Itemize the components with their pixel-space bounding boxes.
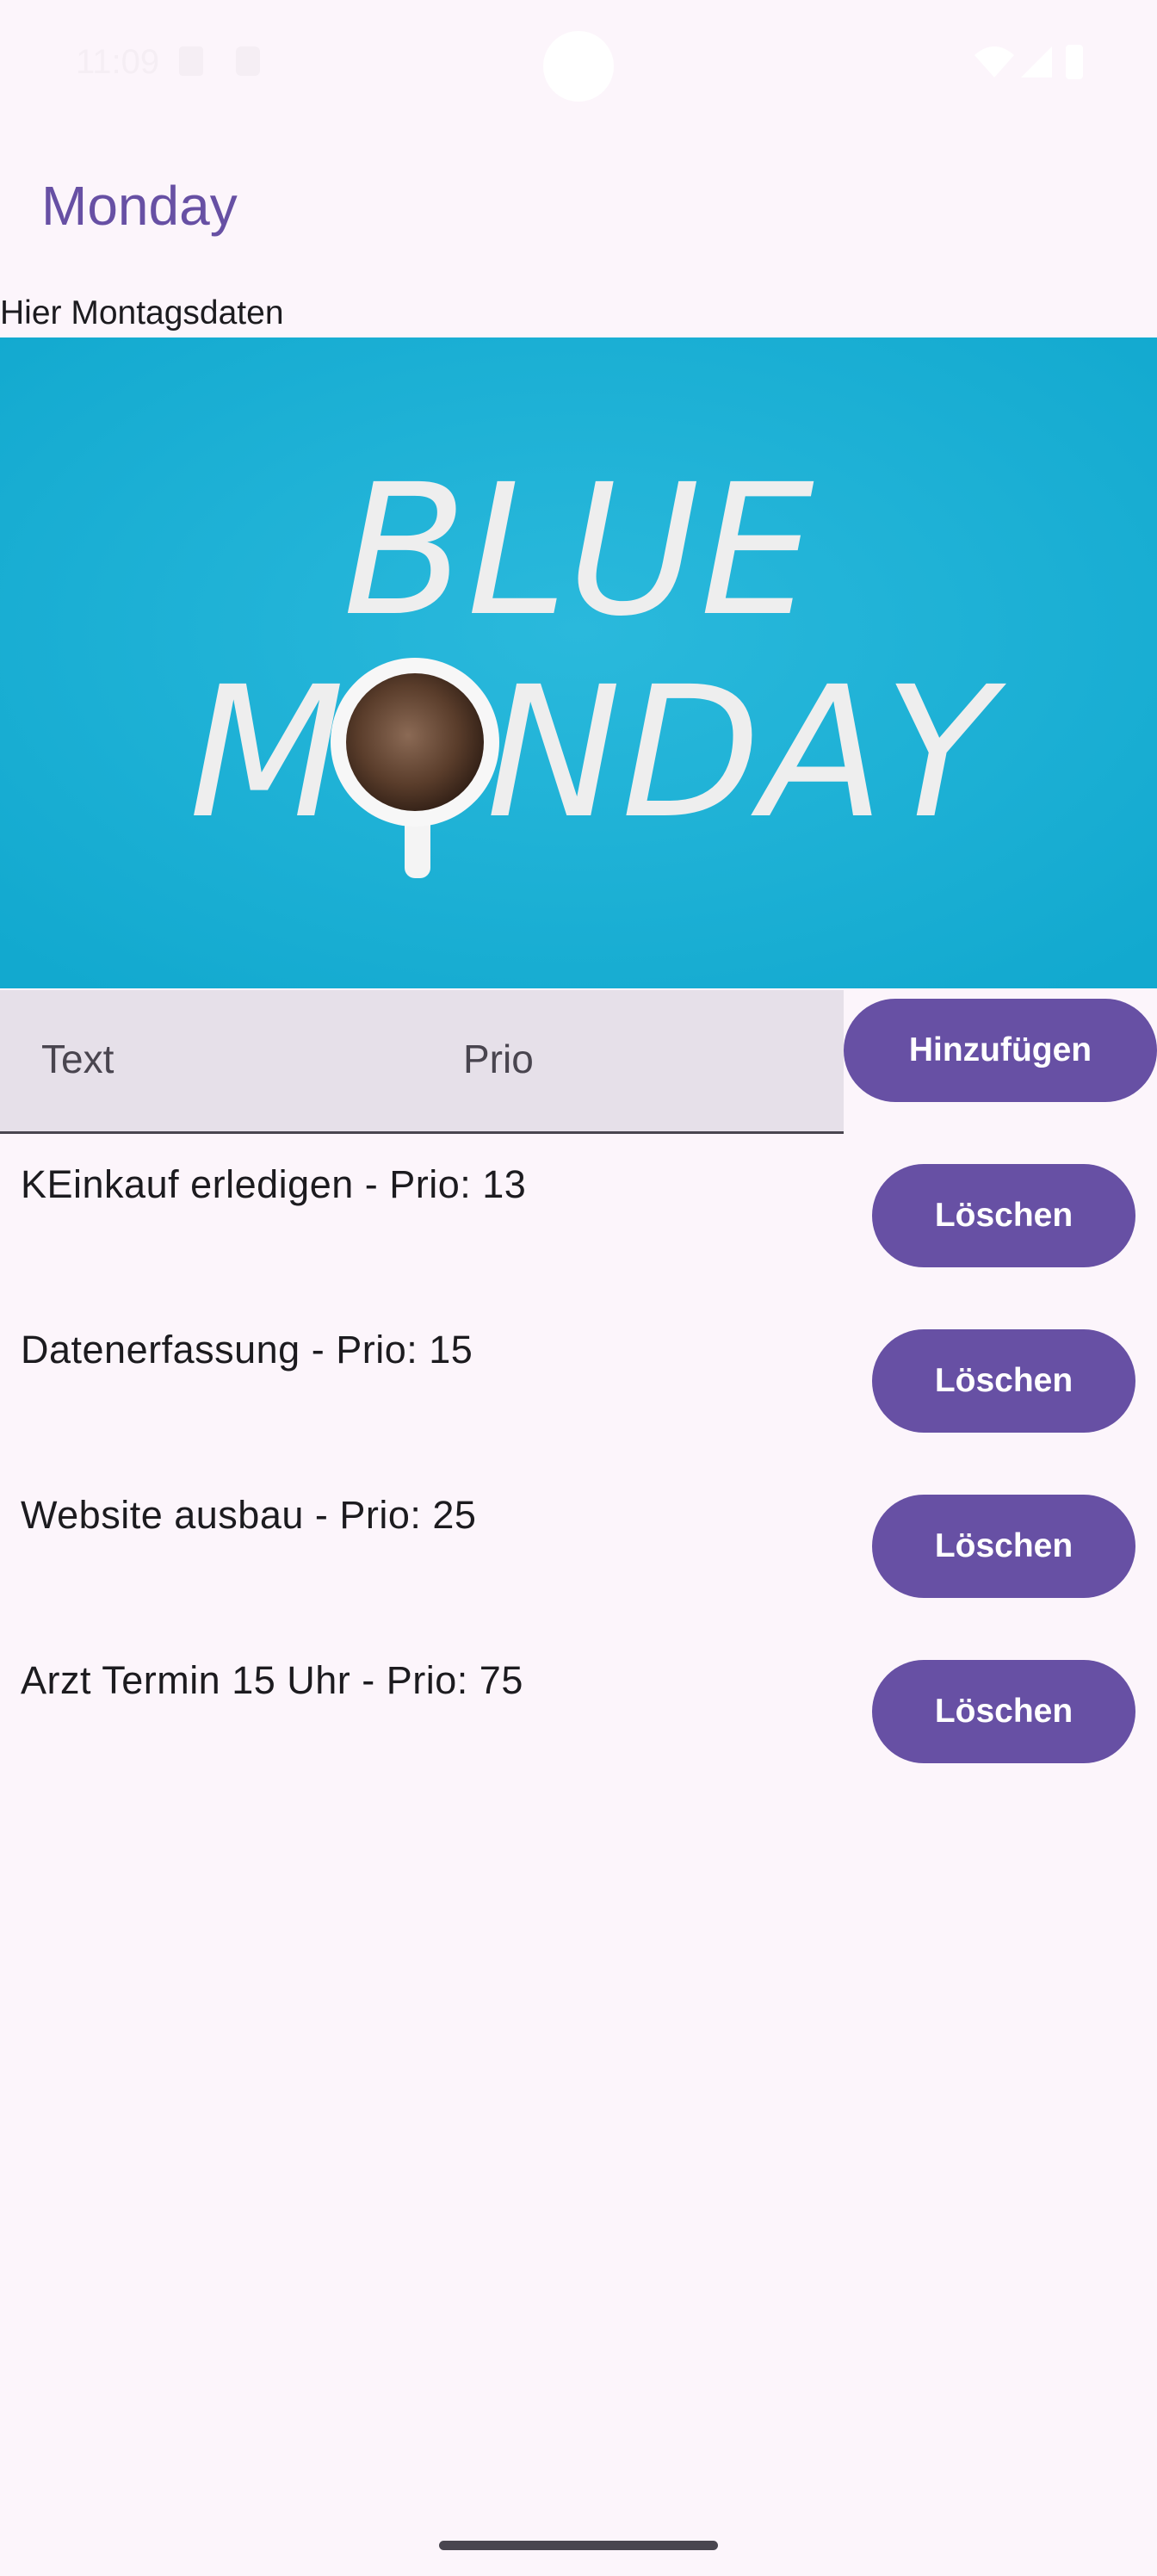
wifi-icon [974, 46, 1014, 77]
banner-text-nday: NDAY [486, 647, 1006, 858]
coffee-surface [346, 673, 484, 811]
text-input[interactable]: Text [41, 1036, 114, 1082]
notification-icon [236, 46, 260, 76]
subtitle-text: Hier Montagsdaten [0, 294, 284, 331]
home-indicator[interactable] [439, 2541, 718, 2550]
status-bar: 11:09 [0, 0, 1157, 129]
sim-card-icon [179, 46, 203, 76]
battery-icon [1066, 45, 1083, 79]
delete-button[interactable]: Löschen [872, 1495, 1135, 1598]
task-item-label: Datenerfassung - Prio: 15 [21, 1328, 473, 1372]
add-button[interactable]: Hinzufügen [844, 999, 1157, 1102]
prio-input[interactable]: Prio [463, 1036, 534, 1082]
delete-button[interactable]: Löschen [872, 1164, 1135, 1267]
delete-button[interactable]: Löschen [872, 1329, 1135, 1433]
banner-text-blue: BLUE [343, 445, 814, 656]
page-title: Monday [41, 175, 238, 237]
status-time: 11:09 [76, 43, 160, 81]
signal-icon [1021, 46, 1052, 77]
task-item-label: Website ausbau - Prio: 25 [21, 1493, 477, 1537]
camera-cutout [543, 31, 614, 102]
task-item-label: Arzt Termin 15 Uhr - Prio: 75 [21, 1658, 523, 1702]
delete-button[interactable]: Löschen [872, 1660, 1135, 1763]
blue-monday-image: BLUE M NDAY [0, 337, 1157, 988]
task-input-row [0, 990, 844, 1134]
banner-text-m: M [189, 647, 344, 858]
task-item-label: KEinkauf erledigen - Prio: 13 [21, 1162, 527, 1206]
